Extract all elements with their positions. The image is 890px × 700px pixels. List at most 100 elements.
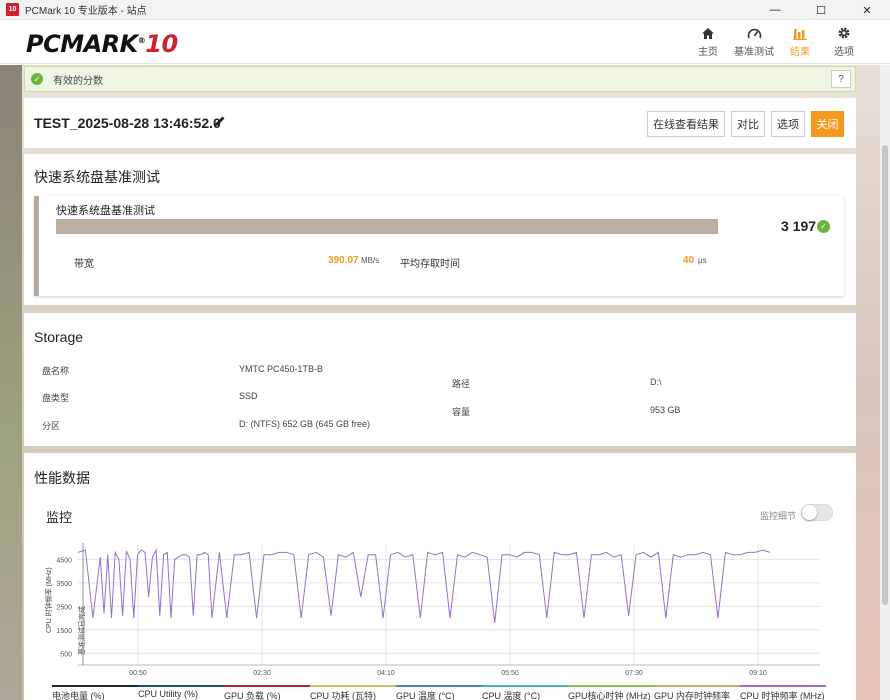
y-tick-label: 1500 — [56, 628, 72, 635]
bar-chart-icon — [793, 23, 807, 43]
valid-score-text: 有效的分数 — [53, 75, 103, 87]
close-window-button[interactable]: ✕ — [844, 0, 890, 20]
benchmark-section-title: 快速系统盘基准测试 — [34, 169, 160, 185]
score-bar — [56, 219, 718, 234]
valid-score-notice: ✓ 有效的分数 ? — [24, 66, 856, 92]
legend-label: 电池电量 (%) — [52, 691, 105, 700]
monitoring-chart: 500 1500 2500 3500 4500 00:50 02:30 04:10 05:50 0… — [44, 543, 820, 677]
disk-name-value: YMTC PC450-1TB-B — [239, 364, 324, 374]
legend-item[interactable]: CPU Utility (%) — [138, 685, 224, 700]
bandwidth-unit: MB/s — [361, 256, 380, 265]
app-icon: 10 — [6, 3, 19, 16]
legend-item[interactable]: CPU 功耗 (瓦特) — [310, 685, 396, 700]
legend-color-bar — [310, 685, 396, 687]
legend-item[interactable]: GPU 内存时钟频率 — [654, 685, 740, 700]
gauge-icon — [747, 23, 762, 43]
capacity-value: 953 GB — [650, 405, 681, 415]
nav-home[interactable]: 主页 — [686, 23, 730, 58]
legend-color-bar — [654, 685, 740, 687]
main-nav: 主页 基准测试 结果 选项 — [686, 23, 866, 58]
legend-color-bar — [52, 685, 138, 687]
benchmark-card-title: 快速系统盘基准测试 — [56, 205, 155, 217]
minimize-button[interactable]: — — [752, 0, 798, 20]
test-name: TEST_2025-08-28 13:46:52.0 — [34, 115, 221, 131]
x-tick-label: 07:30 — [625, 670, 643, 677]
pcmark-logo: PCMARK®10 — [26, 30, 178, 58]
legend-color-bar — [482, 685, 568, 687]
x-tick-label: 09:10 — [749, 670, 767, 677]
legend-color-bar — [396, 685, 482, 687]
x-tick-label: 02:30 — [253, 670, 271, 677]
legend-label: GPU 温度 (°C) — [396, 691, 455, 700]
test-header: TEST_2025-08-28 13:46:52.0 在线查看结果 对比 选项 … — [24, 98, 856, 148]
legend-item[interactable]: GPU 温度 (°C) — [396, 685, 482, 700]
gear-icon — [837, 23, 851, 43]
latency-value: 40 — [683, 255, 695, 266]
performance-panel: 性能数据 监控 监控细节 500 1500 2500 3500 4500 00:50 02:… — [24, 453, 856, 700]
nav-results-label: 结果 — [790, 47, 810, 58]
compare-button[interactable]: 对比 — [731, 111, 765, 137]
pencil-icon[interactable] — [214, 115, 226, 130]
close-result-button[interactable]: 关闭 — [811, 111, 844, 137]
legend-item[interactable]: CPU 时钟频率 (MHz) — [740, 685, 826, 700]
path-value: D:\ — [650, 377, 662, 387]
y-axis-label: CPU 时钟频率 (MHz) — [44, 567, 53, 633]
benchmark-card: 快速系统盘基准测试 3 197 ✓ 带宽 390.07 MB/s 平均存取时间 … — [34, 196, 844, 296]
legend-label: CPU Utility (%) — [138, 689, 198, 699]
benchmark-complete-label: 基准测试已完成 — [77, 606, 86, 655]
x-tick-label: 00:50 — [129, 670, 147, 677]
legend-label: CPU 功耗 (瓦特) — [310, 691, 376, 700]
options-button[interactable]: 选项 — [771, 111, 805, 137]
disk-type-value: SSD — [239, 391, 258, 401]
bandwidth-label: 带宽 — [74, 259, 94, 270]
legend-label: GPU核心时钟 (MHz) — [568, 691, 651, 700]
y-tick-label: 500 — [60, 651, 72, 658]
legend-label: GPU 负载 (%) — [224, 691, 281, 700]
help-button[interactable]: ? — [831, 70, 851, 88]
benchmark-panel: 快速系统盘基准测试 快速系统盘基准测试 3 197 ✓ 带宽 390.07 MB… — [24, 154, 856, 305]
benchmark-score: 3 197 — [781, 218, 817, 234]
legend-color-bar — [740, 685, 826, 687]
nav-benchmarks-label: 基准测试 — [734, 47, 774, 58]
view-online-button[interactable]: 在线查看结果 — [647, 111, 725, 137]
logo-number: 10 — [145, 30, 178, 58]
title-bar: 10 PCMark 10 专业版本 - 站点 — ☐ ✕ — [0, 0, 890, 20]
disk-name-label: 盘名称 — [42, 366, 70, 376]
legend-label: GPU 内存时钟频率 — [654, 691, 731, 700]
legend-color-bar — [568, 685, 654, 687]
path-label: 路径 — [452, 379, 471, 389]
legend-color-bar — [138, 685, 224, 687]
legend-item[interactable]: GPU 负载 (%) — [224, 685, 310, 700]
y-tick-label: 3500 — [56, 581, 72, 588]
window-title: PCMark 10 专业版本 - 站点 — [25, 6, 147, 17]
series-line-cpu-clock — [77, 548, 771, 623]
storage-title: Storage — [34, 329, 84, 345]
legend-item[interactable]: GPU核心时钟 (MHz) — [568, 685, 654, 700]
legend-item[interactable]: CPU 温度 (°C) — [482, 685, 568, 700]
nav-benchmarks[interactable]: 基准测试 — [730, 23, 778, 58]
partition-label: 分区 — [42, 421, 61, 431]
bandwidth-value: 390.07 — [328, 255, 359, 266]
maximize-button[interactable]: ☐ — [798, 0, 844, 20]
capacity-label: 容量 — [452, 407, 471, 417]
nav-results[interactable]: 结果 — [778, 23, 822, 58]
legend-label: CPU 温度 (°C) — [482, 691, 541, 700]
latency-label: 平均存取时间 — [400, 259, 460, 270]
disk-type-label: 盘类型 — [42, 393, 70, 403]
nav-home-label: 主页 — [698, 47, 718, 58]
scrollbar[interactable] — [880, 65, 890, 700]
check-icon: ✓ — [31, 73, 43, 85]
y-tick-label: 4500 — [56, 557, 72, 564]
x-tick-label: 04:10 — [377, 670, 395, 677]
home-icon — [701, 23, 715, 43]
latency-unit: μs — [698, 256, 707, 265]
partition-value: D: (NTFS) 652 GB (645 GB free) — [239, 419, 371, 429]
x-tick-label: 05:50 — [501, 670, 519, 677]
scrollbar-thumb[interactable] — [882, 145, 888, 605]
logo-main-text: PCMARK — [26, 30, 138, 58]
nav-options[interactable]: 选项 — [822, 23, 866, 58]
legend-item[interactable]: 电池电量 (%) — [52, 685, 138, 700]
y-tick-label: 2500 — [56, 604, 72, 611]
check-icon: ✓ — [817, 220, 830, 233]
chart-legend: 电池电量 (%) CPU Utility (%) GPU 负载 (%) CPU 功耗 … — [52, 685, 826, 700]
